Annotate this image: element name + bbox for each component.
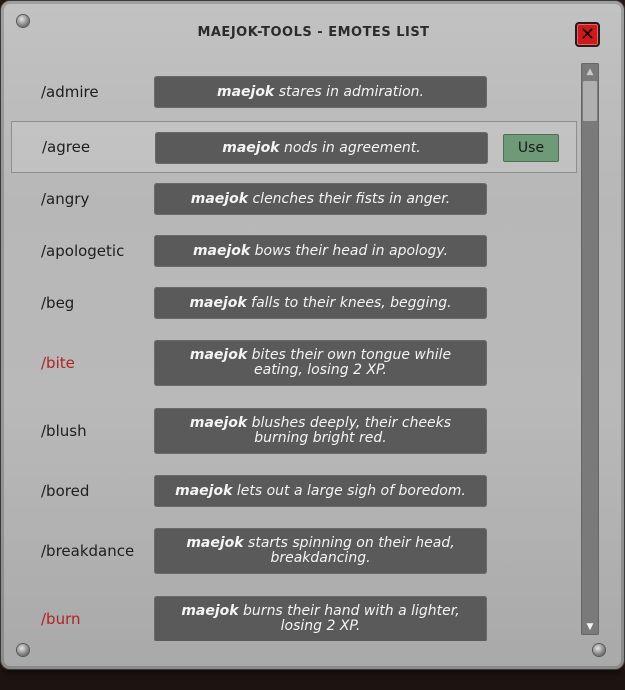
emote-row[interactable]: /bored maejok lets out a large sigh of bo…: [11, 465, 577, 517]
emote-row[interactable]: /bite maejok bites their own tongue while…: [11, 329, 577, 397]
emote-description: maejok clenches their fists in anger.: [154, 183, 487, 215]
emote-actor: maejok: [189, 415, 248, 431]
emote-row[interactable]: /angry maejok clenches their fists in ang…: [11, 173, 577, 225]
emote-description: maejok stares in admiration.: [154, 76, 487, 108]
emote-text: lets out a large sigh of boredom.: [236, 482, 466, 499]
emote-command: /admire: [41, 83, 99, 101]
close-button[interactable]: ✕: [575, 22, 600, 47]
emote-description: maejok nods in agreement.: [155, 132, 488, 164]
emote-row[interactable]: /agree maejok nods in agreement. Use: [11, 121, 577, 173]
scroll-down-icon[interactable]: ▼: [581, 622, 599, 632]
emote-description: maejok starts spinning on their head, br…: [154, 528, 487, 574]
emote-text: starts spinning on their head, breakdanc…: [248, 535, 455, 566]
emote-command: /apologetic: [41, 242, 125, 260]
emote-row[interactable]: /blush maejok blushes deeply, their cheek…: [11, 397, 577, 465]
emote-description: maejok bites their own tongue while eati…: [154, 340, 487, 386]
emote-text: stares in admiration.: [278, 83, 424, 100]
emote-description: maejok falls to their knees, begging.: [154, 287, 487, 319]
emote-row[interactable]: /breakdance maejok starts spinning on the…: [11, 517, 577, 585]
use-button[interactable]: Use: [503, 134, 559, 162]
screw-icon: [593, 644, 605, 656]
window-title: MAEJOK-TOOLS - EMOTES LIST: [197, 25, 430, 40]
emote-actor: maejok: [186, 535, 244, 551]
emote-command: /bored: [41, 482, 90, 500]
scroll-up-icon[interactable]: ▲: [581, 67, 599, 77]
background-strip: [0, 670, 625, 690]
scroll-thumb[interactable]: [583, 81, 597, 121]
emote-text: burns their hand with a lighter, losing …: [243, 603, 460, 634]
emote-text: blushes deeply, their cheeks burning bri…: [251, 415, 452, 446]
emote-list[interactable]: /admire maejok stares in admiration. /agre…: [11, 63, 577, 641]
emote-command: /bite: [41, 354, 75, 372]
emote-actor: maejok: [190, 190, 249, 207]
emote-text: nods in agreement.: [283, 139, 421, 156]
scrollbar[interactable]: ▲ ▼: [581, 63, 599, 635]
emote-actor: maejok: [222, 139, 280, 156]
emote-command: /blush: [41, 422, 87, 440]
emote-description: maejok bows their head in apology.: [154, 235, 487, 267]
emote-row[interactable]: /admire maejok stares in admiration.: [11, 63, 577, 121]
close-icon: ✕: [579, 23, 596, 45]
emote-text: falls to their knees, begging.: [251, 294, 452, 311]
screw-icon: [17, 644, 29, 656]
emote-actor: maejok: [189, 347, 248, 363]
emote-text: bites their own tongue while eating, los…: [251, 347, 452, 378]
emote-row[interactable]: /beg maejok falls to their knees, begging…: [11, 277, 577, 329]
emote-actor: maejok: [175, 482, 233, 499]
emote-description: maejok lets out a large sigh of boredom.: [154, 475, 487, 507]
emote-actor: maejok: [192, 242, 251, 259]
emote-command: /burn: [41, 610, 81, 628]
emote-actor: maejok: [216, 83, 275, 100]
emote-actor: maejok: [189, 294, 247, 311]
emote-description: maejok blushes deeply, their cheeks burn…: [154, 408, 487, 454]
emote-actor: maejok: [181, 603, 239, 619]
emote-description: maejok burns their hand with a lighter, …: [154, 596, 487, 641]
emote-text: clenches their fists in anger.: [252, 190, 451, 207]
emotes-window: MAEJOK-TOOLS - EMOTES LIST ✕ /admire maej…: [0, 0, 625, 670]
emote-command: /breakdance: [41, 542, 135, 560]
emote-command: /angry: [41, 190, 90, 208]
emote-command: /beg: [41, 294, 75, 312]
emote-row[interactable]: /burn maejok burns their hand with a ligh…: [11, 585, 577, 641]
emote-row[interactable]: /apologetic maejok bows their head in apo…: [11, 225, 577, 277]
emote-text: bows their head in apology.: [254, 242, 449, 259]
emote-command: /agree: [42, 138, 91, 156]
